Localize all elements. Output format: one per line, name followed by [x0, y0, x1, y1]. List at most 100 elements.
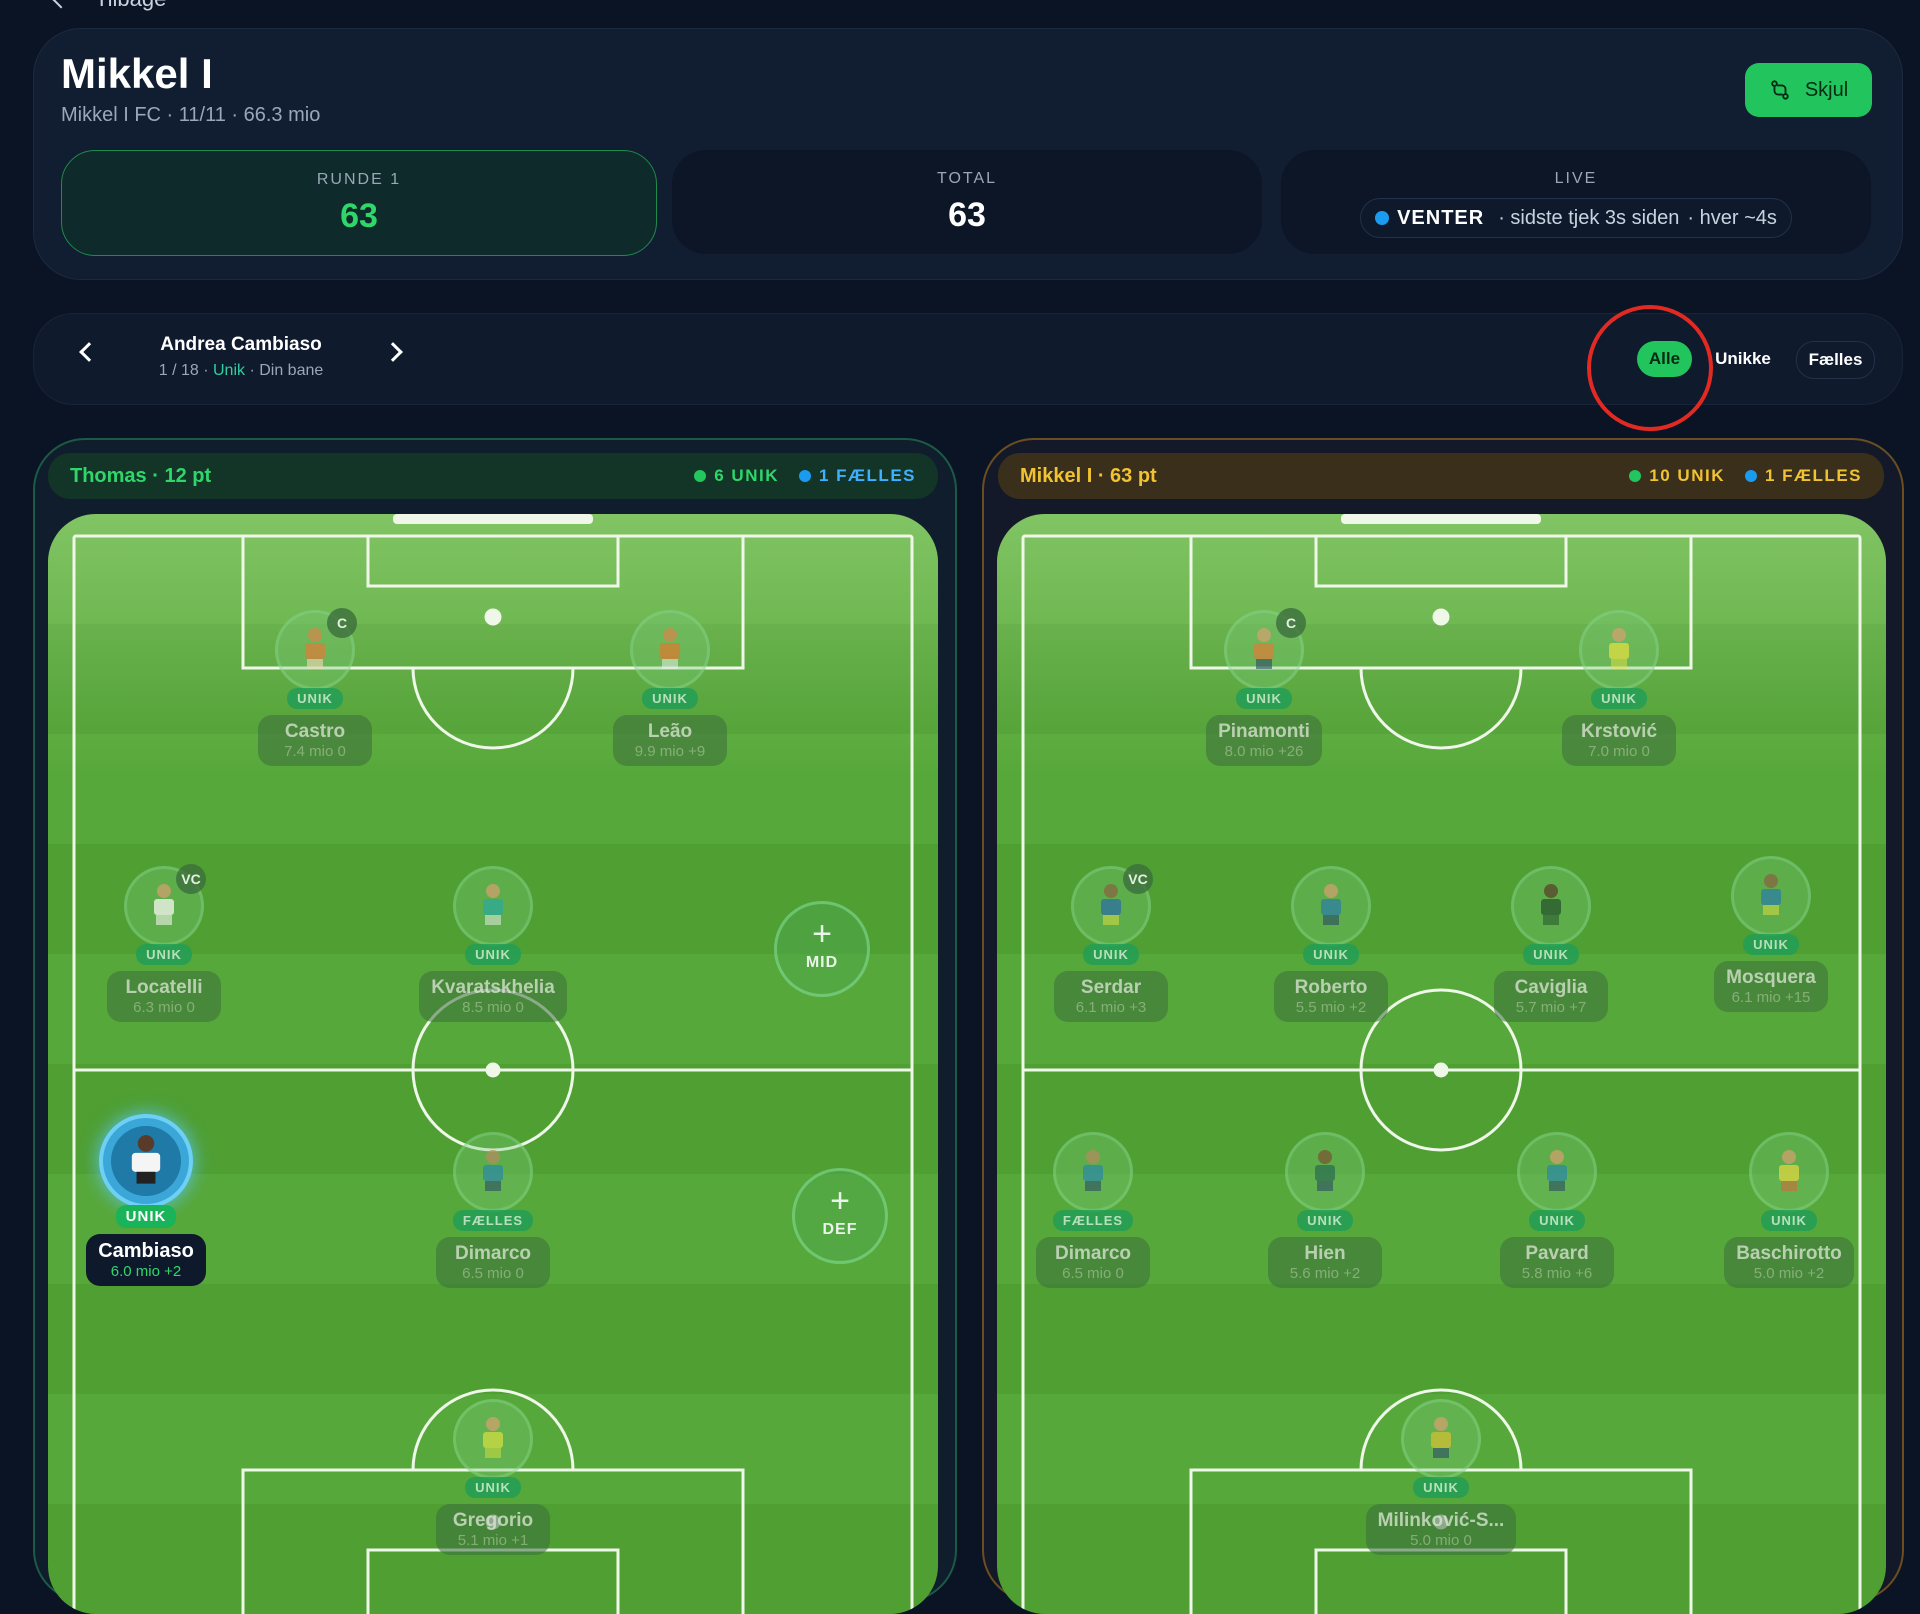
- player-serdar[interactable]: VC UNIK Serdar 6.1 mio +3: [1031, 864, 1191, 1022]
- hide-label: Skjul: [1804, 78, 1849, 101]
- right-shared-label: 1 FÆLLES: [1764, 466, 1862, 485]
- player-meta: 9.9 mio +9: [634, 743, 706, 760]
- left-unique-count: 6 UNIK: [694, 466, 779, 486]
- player-meta: 6.5 mio 0: [462, 1265, 524, 1282]
- player-name: Roberto: [1294, 977, 1368, 998]
- role-badge: UNIK: [1523, 944, 1579, 965]
- player-figure-icon: [483, 1150, 503, 1191]
- player-kvaratskhelia[interactable]: UNIK Kvaratskhelia 8.5 mio 0: [413, 866, 573, 1022]
- player-meta: 8.5 mio 0: [462, 999, 524, 1016]
- player-figure-icon: [660, 628, 680, 669]
- player-leao[interactable]: UNIK Leão 9.9 mio +9: [590, 610, 750, 766]
- add-position-label: MID: [805, 954, 839, 971]
- player-figure-icon: [1761, 874, 1781, 915]
- player-name: Dimarco: [1054, 1243, 1132, 1264]
- left-team-title: Thomas · 12 pt: [70, 464, 212, 487]
- player-mosquera[interactable]: UNIK Mosquera 6.1 mio +15: [1691, 856, 1851, 1012]
- player-suffix: · Din bane: [249, 362, 324, 379]
- player-figure-icon: [1431, 1417, 1451, 1458]
- back-link[interactable]: Tilbage: [52, 0, 166, 12]
- player-meta: 6.0 mio +2: [110, 1263, 182, 1280]
- role-badge: UNIK: [287, 688, 343, 709]
- round-score-card: RUNDE 1 63: [61, 150, 657, 256]
- player-castro[interactable]: C UNIK Castro 7.4 mio 0: [235, 608, 395, 766]
- player-meta: 6.5 mio 0: [1062, 1265, 1124, 1282]
- team-subtitle: Mikkel I FC · 11/11 · 66.3 mio: [61, 104, 321, 126]
- live-status-pill: VENTER · sidste tjek 3s siden · hver ~4s: [1360, 198, 1792, 238]
- role-badge: FÆLLES: [1052, 1210, 1134, 1231]
- player-meta: 6.3 mio 0: [133, 999, 195, 1016]
- role-badge: FÆLLES: [452, 1210, 534, 1231]
- filter-shared-button[interactable]: Fælles: [1796, 341, 1875, 379]
- player-avatar: [1731, 856, 1811, 936]
- player-figure-icon: [131, 1135, 161, 1184]
- role-badge: UNIK: [136, 944, 192, 965]
- player-meta: 5.5 mio +2: [1295, 999, 1367, 1016]
- live-label: LIVE: [1554, 170, 1598, 187]
- player-figure-icon: [483, 1417, 503, 1458]
- role-badge: UNIK: [1236, 688, 1292, 709]
- captain-badge: C: [327, 608, 357, 638]
- role-badge: UNIK: [1743, 934, 1799, 955]
- player-avatar: [1401, 1399, 1481, 1479]
- player-name: Gregorio: [452, 1510, 534, 1531]
- player-name: Pavard: [1525, 1243, 1589, 1264]
- player-meta: 5.0 mio 0: [1410, 1532, 1472, 1549]
- player-milinkovic-savic[interactable]: UNIK Milinković-S... 5.0 mio 0: [1361, 1399, 1521, 1555]
- role-badge: UNIK: [1083, 944, 1139, 965]
- role-badge: UNIK: [465, 944, 521, 965]
- shared-dot-icon: [798, 470, 811, 482]
- plus-icon: +: [830, 1182, 850, 1220]
- player-dimarco[interactable]: FÆLLES Dimarco 6.5 mio 0: [413, 1132, 573, 1288]
- player-avatar: [1749, 1132, 1829, 1212]
- player-meta: 5.6 mio +2: [1289, 1265, 1361, 1282]
- left-pitch: C UNIK Castro 7.4 mio 0 UNIK Leão 9.9 mio …: [48, 514, 938, 1614]
- right-unique-label: 10 UNIK: [1649, 466, 1725, 485]
- role-badge: UNIK: [1591, 688, 1647, 709]
- total-value: 63: [948, 196, 986, 234]
- player-meta: 6.1 mio +15: [1731, 989, 1811, 1006]
- player-krstovic[interactable]: UNIK Krstović 7.0 mio 0: [1539, 610, 1699, 766]
- player-pavard[interactable]: UNIK Pavard 5.8 mio +6: [1477, 1132, 1637, 1288]
- player-avatar: [1285, 1132, 1365, 1212]
- player-figure-icon: [1609, 628, 1629, 669]
- vice-captain-badge: VC: [176, 864, 206, 894]
- player-figure-icon: [305, 628, 325, 669]
- player-cambiaso[interactable]: UNIK Cambiaso 6.0 mio +2: [66, 1114, 226, 1286]
- role-badge: UNIK: [1761, 1210, 1817, 1231]
- right-team-title: Mikkel I · 63 pt: [1020, 464, 1157, 487]
- player-baschirotto[interactable]: UNIK Baschirotto 5.0 mio +2: [1709, 1132, 1869, 1288]
- player-name: Mosquera: [1726, 967, 1816, 988]
- player-figure-icon: [1541, 884, 1561, 925]
- player-caviglia[interactable]: UNIK Caviglia 5.7 mio +7: [1471, 866, 1631, 1022]
- player-gregorio[interactable]: UNIK Gregorio 5.1 mio +1: [413, 1399, 573, 1555]
- player-avatar: [1579, 610, 1659, 690]
- status-dot-icon: [1375, 211, 1390, 225]
- right-shared-count: 1 FÆLLES: [1744, 466, 1862, 486]
- role-badge: UNIK: [642, 688, 698, 709]
- total-score-card: TOTAL 63: [672, 150, 1262, 254]
- player-roberto[interactable]: UNIK Roberto 5.5 mio +2: [1251, 866, 1411, 1022]
- player-meta: 7.0 mio 0: [1588, 743, 1650, 760]
- player-avatar: [1291, 866, 1371, 946]
- selected-player-meta: 1 / 18 · Unik · Din bane: [130, 362, 352, 380]
- hide-button[interactable]: Skjul: [1745, 63, 1872, 117]
- filter-unique-button[interactable]: Unikke: [1710, 341, 1776, 377]
- selected-player-name: Andrea Cambiaso: [160, 334, 322, 355]
- player-hien[interactable]: UNIK Hien 5.6 mio +2: [1245, 1132, 1405, 1288]
- player-name: Caviglia: [1514, 977, 1588, 998]
- player-avatar: [1511, 866, 1591, 946]
- highlight-circle: [1587, 305, 1713, 431]
- right-panel-header: Mikkel I · 63 pt 10 UNIK 1 FÆLLES: [998, 453, 1884, 499]
- add-mid-button[interactable]: + MID: [774, 901, 870, 997]
- player-avatar: [453, 1132, 533, 1212]
- player-meta: 5.1 mio +1: [457, 1532, 529, 1549]
- player-locatelli[interactable]: VC UNIK Locatelli 6.3 mio 0: [84, 864, 244, 1022]
- player-name: Dimarco: [454, 1243, 532, 1264]
- player-pinamonti[interactable]: C UNIK Pinamonti 8.0 mio +26: [1184, 608, 1344, 766]
- player-meta: 5.0 mio +2: [1753, 1265, 1825, 1282]
- player-dimarco[interactable]: FÆLLES Dimarco 6.5 mio 0: [1013, 1132, 1173, 1288]
- player-avatar: [1517, 1132, 1597, 1212]
- add-def-button[interactable]: + DEF: [792, 1168, 888, 1264]
- vice-captain-badge: VC: [1123, 864, 1153, 894]
